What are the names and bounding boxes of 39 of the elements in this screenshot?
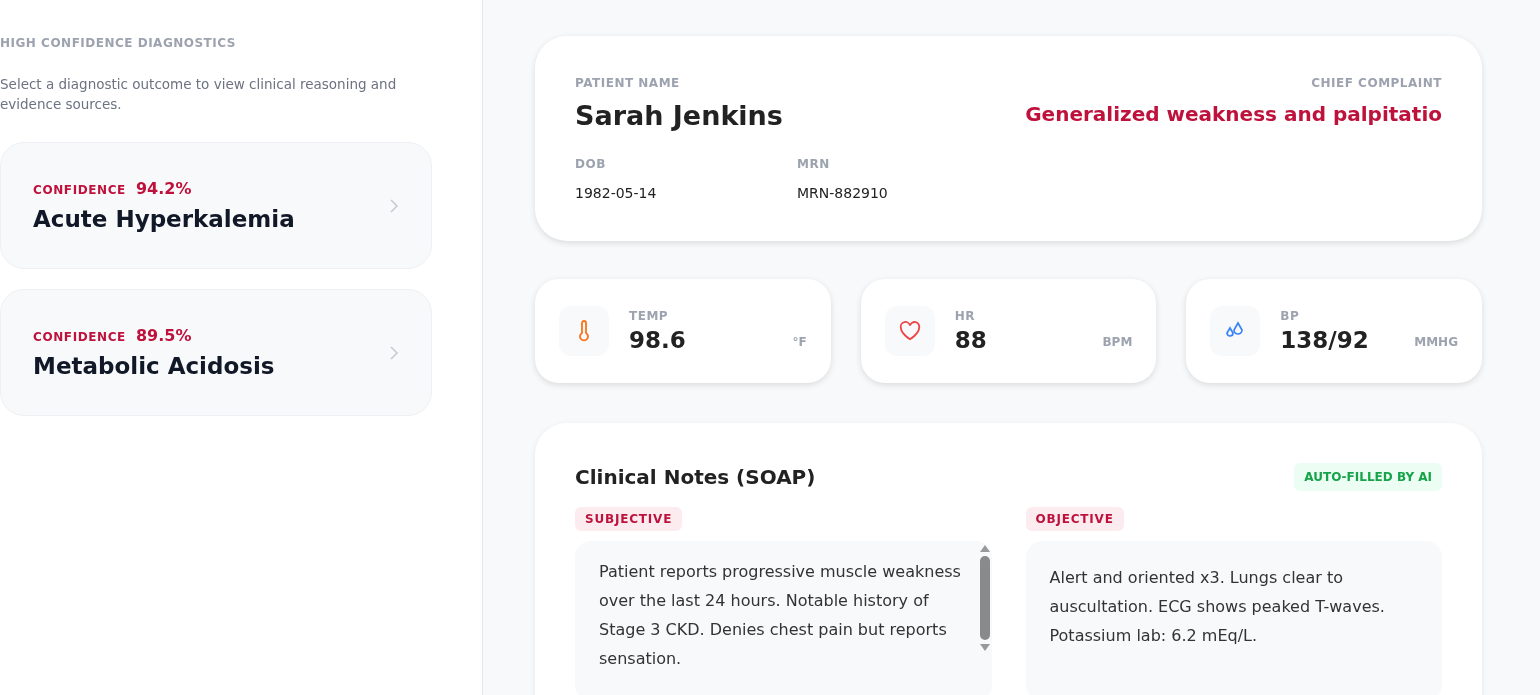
diagnosis-name: Acute Hyperkalemia	[33, 206, 295, 232]
confidence-label: CONFIDENCE	[33, 330, 126, 344]
diagnosis-card[interactable]: CONFIDENCE 89.5% Metabolic Acidosis	[0, 289, 432, 416]
vital-unit: MMHG	[1414, 335, 1458, 349]
section-tag: SUBJECTIVE	[575, 507, 683, 531]
vital-unit: BPM	[1102, 335, 1133, 349]
field-value: 1982-05-14	[575, 185, 658, 201]
diagnosis-card[interactable]: CONFIDENCE 94.2% Acute Hyperkalemia	[0, 142, 432, 269]
note-text: Alert and oriented x3. Lungs clear to auscultation. ECG shows peaked T-waves. Potassium lab: 6.2 mEq/L.	[1049, 567, 1386, 647]
notes-title: Clinical Notes (SOAP)	[575, 465, 816, 489]
chevron-right-icon	[389, 197, 399, 214]
section-description: Select a diagnostic outcome to view clinical reasoning and evidence sources.	[0, 75, 398, 114]
scroll-down-icon[interactable]	[979, 644, 990, 651]
confidence-value: 89.5%	[135, 326, 192, 345]
chief-complaint: Generalized weakness and palpitatio	[1025, 102, 1442, 126]
patient-name: Sarah Jenkins	[575, 100, 783, 131]
vital-value: 88	[954, 327, 987, 353]
ai-badge: AUTO-FILLED BY AI	[1294, 463, 1442, 491]
section-tag: OBJECTIVE	[1025, 507, 1124, 531]
vital-unit: °F	[792, 335, 807, 349]
vital-label: HR	[954, 309, 976, 323]
confidence-value: 94.2%	[135, 179, 192, 198]
field-label: DOB	[575, 157, 607, 171]
heart-icon	[898, 321, 921, 341]
thermometer-icon	[578, 320, 590, 342]
confidence-label: CONFIDENCE	[33, 183, 126, 197]
vital-label: TEMP	[629, 309, 670, 323]
field-label: MRN	[797, 157, 831, 171]
field-value: MRN-882910	[797, 185, 889, 201]
field-label: PATIENT NAME	[575, 76, 681, 90]
note-text: Patient reports progressive muscle weakness over the last 24 hours. Notable history of Stage 3 CKD. Denies chest pain but reports sensation.	[599, 561, 962, 670]
field-label: CHIEF COMPLAINT	[1311, 76, 1442, 90]
section-heading: HIGH CONFIDENCE DIAGNOSTICS	[0, 36, 237, 50]
vital-label: BP	[1280, 309, 1301, 323]
diagnosis-name: Metabolic Acidosis	[33, 353, 275, 379]
chevron-right-icon	[389, 344, 399, 361]
vital-value: 138/92	[1280, 327, 1369, 353]
vital-value: 98.6	[629, 327, 686, 353]
scroll-up-icon[interactable]	[979, 545, 990, 552]
